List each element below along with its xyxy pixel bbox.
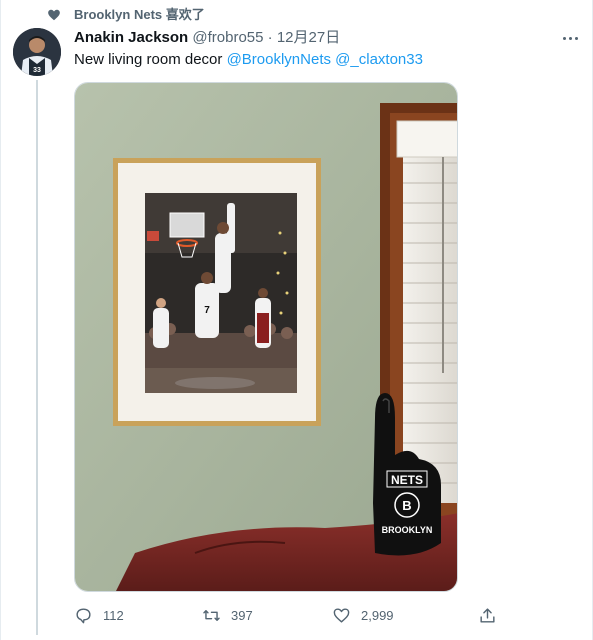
photo-illustration: 7 NETS B BROOKLYN [75,83,457,591]
display-name[interactable]: Anakin Jackson [74,29,188,46]
mention-brooklyn-nets[interactable]: @BrooklynNets [227,51,331,68]
user-handle[interactable]: @frobro55 [192,29,263,46]
like-button[interactable]: 2,999 [332,603,394,627]
tweet-header: Anakin Jackson @frobro55 · 12月27日 [74,28,340,48]
tweet-date[interactable]: 12月27日 [277,29,340,46]
reply-count: 112 [103,607,124,623]
avatar[interactable]: 33 [13,28,61,76]
social-context-text[interactable]: Brooklyn Nets 喜欢了 [74,6,205,24]
foam-finger-logo-text: B [402,498,411,513]
svg-text:33: 33 [33,67,41,74]
left-border [0,0,1,640]
retweet-count: 397 [231,607,253,623]
retweet-button[interactable]: 397 [202,603,253,627]
foam-finger-brooklyn-text: BROOKLYN [382,525,433,535]
separator: · [263,29,277,46]
heart-icon [48,9,60,21]
foam-finger-nets-text: NETS [391,473,423,487]
like-icon [333,607,350,623]
reply-button[interactable]: 112 [74,603,124,627]
reply-icon [76,607,91,623]
photo-jersey-number: 7 [204,305,210,316]
tweet-photo[interactable]: 7 NETS B BROOKLYN [74,82,458,592]
tweet-actions: 112 397 2,999 [74,603,514,627]
thread-line [36,80,38,635]
share-icon [480,607,495,623]
mention-claxton[interactable]: @_claxton33 [335,51,423,68]
like-count: 2,999 [361,607,394,623]
more-options-icon[interactable] [556,30,584,46]
retweet-icon [203,609,220,621]
tweet-text: New living room decor @BrooklynNets @_cl… [74,50,423,70]
share-button[interactable] [478,603,497,627]
tweet-text-plain: New living room decor [74,51,227,68]
